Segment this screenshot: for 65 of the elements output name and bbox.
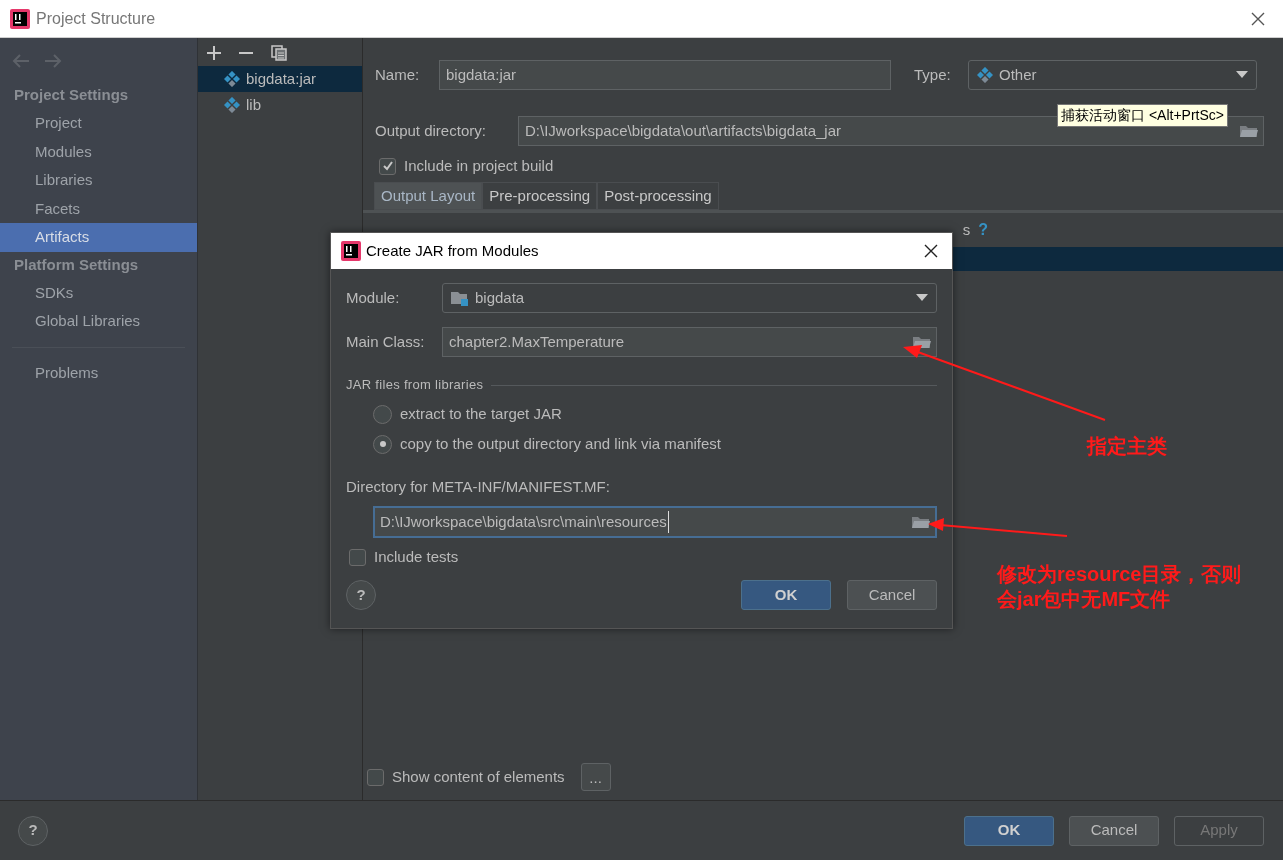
- module-label: Module:: [346, 287, 401, 308]
- checkbox[interactable]: [379, 157, 396, 175]
- toolbar-label: s: [962, 219, 971, 240]
- dialog-title: Create JAR from Modules: [366, 240, 539, 261]
- app-logo-icon: [10, 8, 30, 29]
- artifact-icon: [224, 97, 240, 113]
- help-button[interactable]: ?: [18, 815, 48, 846]
- ok-button[interactable]: OK: [964, 815, 1054, 846]
- sidebar-item[interactable]: Project: [0, 109, 197, 138]
- radio-button[interactable]: [373, 404, 392, 424]
- close-icon[interactable]: [924, 244, 938, 258]
- section-heading: JAR files from libraries: [346, 376, 484, 395]
- name-field[interactable]: bigdata:jar: [439, 60, 891, 90]
- main-class-label: Main Class:: [346, 331, 426, 352]
- sidebar-item[interactable]: Facets: [0, 194, 197, 223]
- tab[interactable]: Post-processing: [597, 182, 719, 210]
- type-label: Type:: [914, 64, 952, 85]
- checkbox[interactable]: [367, 768, 384, 786]
- checkbox[interactable]: [349, 548, 366, 566]
- radio-label: extract to the target JAR: [400, 403, 562, 424]
- caret-icon: [1236, 71, 1248, 79]
- sidebar-heading: Project Settings: [13, 85, 130, 106]
- artifact-icon: [224, 71, 240, 87]
- caret-icon: [916, 294, 928, 302]
- window-title: Project Structure: [36, 8, 156, 29]
- manifest-directory-label: Directory for META-INF/MANIFEST.MF:: [346, 476, 611, 497]
- tooltip: 捕获活动窗口 <Alt+PrtSc>: [1057, 104, 1228, 127]
- folder-icon[interactable]: [1239, 123, 1259, 139]
- checkbox-label: Show content of elements: [392, 766, 565, 787]
- folder-icon[interactable]: [911, 514, 931, 530]
- manifest-directory-field[interactable]: D:\IJworkspace\bigdata\src\main\resources: [373, 506, 937, 538]
- output-directory-label: Output directory:: [375, 120, 487, 141]
- sidebar-item[interactable]: SDKs: [0, 278, 197, 307]
- module-dropdown[interactable]: bigdata: [442, 283, 937, 313]
- copy-icon[interactable]: [271, 45, 287, 61]
- sidebar-heading: Platform Settings: [13, 254, 140, 275]
- more-button[interactable]: ...: [580, 763, 611, 791]
- checkbox-label: Include in project build: [404, 155, 554, 176]
- artifact-item[interactable]: lib: [198, 92, 362, 118]
- sidebar-item[interactable]: Global Libraries: [0, 307, 197, 336]
- dialog-button[interactable]: Cancel: [1069, 815, 1159, 846]
- help-button[interactable]: ?: [346, 580, 376, 610]
- ok-button[interactable]: OK: [741, 580, 831, 610]
- sidebar-item[interactable]: Modules: [0, 137, 197, 166]
- help-link[interactable]: ?: [978, 218, 988, 242]
- module-folder-icon: [451, 290, 469, 306]
- tab[interactable]: Pre-processing: [482, 182, 598, 210]
- annotation-text: 修改为resource目录，否则会jar包中无MF文件: [997, 562, 1243, 612]
- dialog-button[interactable]: Cancel: [847, 580, 937, 610]
- type-dropdown[interactable]: Other: [968, 60, 1257, 90]
- name-label: Name:: [375, 64, 421, 85]
- add-icon[interactable]: [207, 46, 221, 60]
- app-logo-icon: [341, 241, 361, 261]
- radio-button[interactable]: [373, 434, 392, 454]
- radio-label: copy to the output directory and link via manifest: [400, 433, 721, 454]
- checkbox-label: Include tests: [374, 546, 459, 567]
- close-icon[interactable]: [1251, 11, 1265, 26]
- tab[interactable]: Output Layout: [374, 182, 483, 210]
- artifact-item[interactable]: bigdata:jar: [198, 66, 362, 92]
- sidebar-item[interactable]: Problems: [0, 358, 197, 387]
- main-class-field[interactable]: chapter2.MaxTemperature: [442, 327, 937, 357]
- artifact-icon: [977, 67, 993, 83]
- sidebar-item[interactable]: Libraries: [0, 166, 197, 195]
- annotation-text: 指定主类: [1087, 434, 1167, 459]
- sidebar-item[interactable]: Artifacts: [0, 223, 197, 252]
